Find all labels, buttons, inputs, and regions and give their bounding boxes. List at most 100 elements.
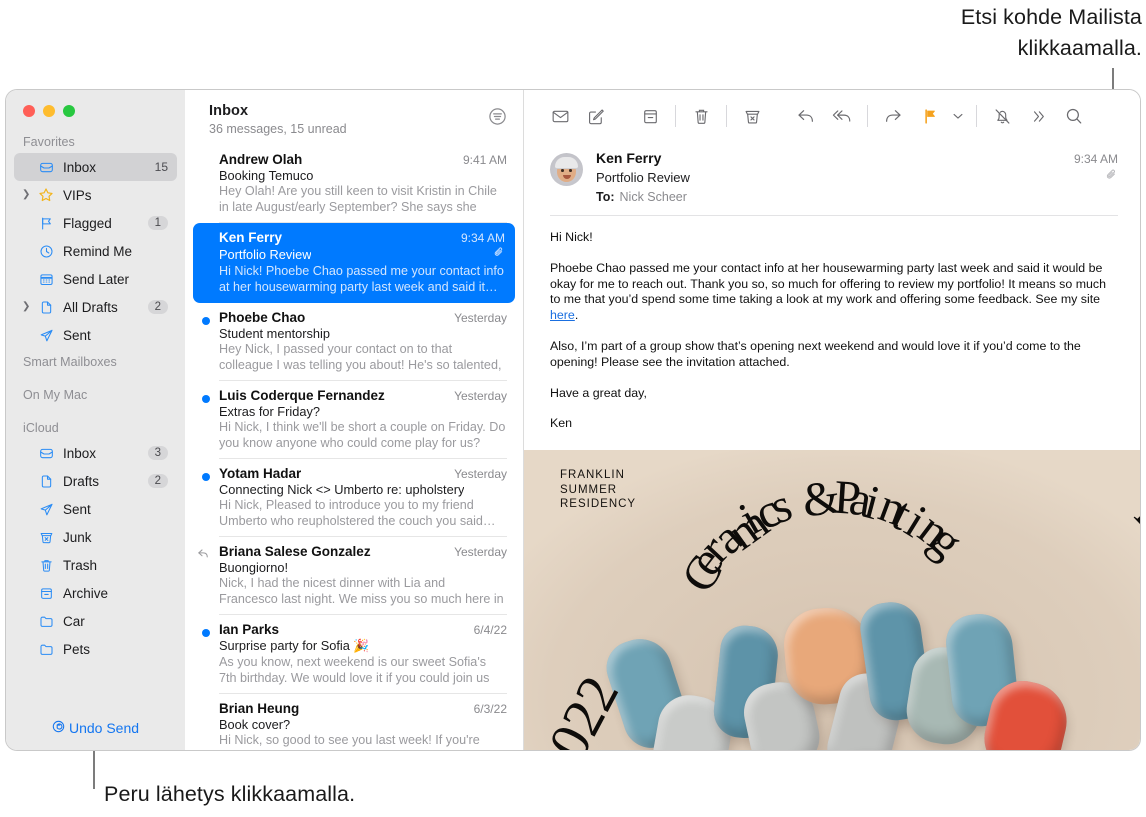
zoom-button[interactable] (63, 105, 75, 117)
message-date: 9:34 AM (460, 231, 505, 245)
sidebar-section-header: On My Mac (23, 388, 88, 402)
poster-brand: FRANKLIN SUMMER RESIDENCY (560, 468, 636, 512)
document-icon (36, 300, 56, 315)
message-date: Yesterday (454, 311, 507, 325)
message-sender: Yotam Hadar (219, 466, 302, 481)
toolbar-divider (675, 105, 676, 127)
sidebar-item-label: Pets (63, 641, 91, 657)
reply-all-button[interactable] (824, 99, 860, 133)
more-button[interactable] (1020, 99, 1056, 133)
message-list-title: Inbox (209, 103, 249, 119)
flag-button[interactable] (911, 99, 947, 133)
sidebar-item-archive[interactable]: Archive (14, 579, 177, 607)
message-preview: Nick, I had the nicest dinner with Lia a… (219, 576, 504, 606)
poster-brand-line1: FRANKLIN (560, 469, 625, 481)
sidebar-item-trash[interactable]: Trash (14, 551, 177, 579)
message-list-item[interactable]: Yotam Hadar Yesterday Connecting Nick <> U… (185, 459, 523, 537)
poster-brand-line2: SUMMER (560, 483, 618, 496)
sidebar-item-send-later[interactable]: Send Later (14, 265, 177, 293)
filter-icon[interactable] (488, 107, 507, 131)
attachment-poster-image[interactable]: FRANKLIN SUMMER RESIDENCY Ceramics & Pai… (524, 450, 1140, 750)
body-paragraph-1: Phoebe Chao passed me your contact info … (550, 261, 1110, 324)
message-list-item[interactable]: Andrew Olah 9:41 AM Booking Temuco Hey Olah… (185, 145, 523, 223)
body-p1-text: Phoebe Chao passed me your contact info … (550, 260, 1106, 307)
sidebar-item-flagged[interactable]: Flagged 1 (14, 209, 177, 237)
unread-indicator (202, 395, 210, 403)
message-preview: Hi Nick, Pleased to introduce you to my … (219, 498, 496, 528)
message-body: Hi Nick! Phoebe Chao passed me your cont… (524, 216, 1140, 447)
message-preview: Hey Nick, I passed your contact on to th… (219, 342, 502, 372)
body-paragraph-2: Also, I’m part of a group show that’s op… (550, 338, 1081, 369)
archive-button[interactable] (632, 99, 668, 133)
undo-icon (52, 720, 65, 736)
callout-undo-send-annotation: Peru lähetys klikkaamalla. (104, 782, 356, 806)
search-icon[interactable] (1056, 99, 1092, 133)
toolbar-divider (726, 105, 727, 127)
sidebar-section-header: Favorites (23, 135, 75, 149)
site-link[interactable]: here (550, 308, 575, 322)
sidebar-item-inbox[interactable]: Inbox 15 (14, 153, 177, 181)
sidebar-item-label: All Drafts (63, 299, 118, 315)
close-button[interactable] (23, 105, 35, 117)
message-sender: Luis Coderque Fernandez (219, 388, 385, 403)
compose-button[interactable] (578, 99, 614, 133)
sidebar-item-label: Inbox (63, 159, 97, 175)
message-preview: Hi Nick, I think we'll be short a couple… (219, 420, 506, 450)
attachment-icon (493, 245, 505, 263)
paperclip-icon[interactable] (1105, 168, 1118, 186)
sidebar-item-all-drafts[interactable]: ❯ All Drafts 2 (14, 293, 177, 321)
message-sender: Andrew Olah (219, 152, 303, 167)
message-subject: Portfolio Review (219, 247, 312, 262)
undo-send-button[interactable]: Undo Send (6, 720, 185, 736)
sidebar-item-drafts[interactable]: Drafts 2 (14, 467, 177, 495)
sidebar-item-vips[interactable]: ❯ VIPs (14, 181, 177, 209)
sidebar-item-sent[interactable]: Sent (14, 495, 177, 523)
message-list-item[interactable]: Ken Ferry 9:34 AM Portfolio Review Hi Nick!… (193, 223, 515, 303)
message-date: Yesterday (454, 467, 507, 481)
trash-icon (36, 558, 56, 573)
poster-brand-line3: RESIDENCY (560, 498, 637, 510)
message-date: Yesterday (454, 389, 507, 403)
flag-menu-button[interactable] (947, 99, 969, 133)
sidebar-item-car[interactable]: Car (14, 607, 177, 635)
message-preview: As you know, next weekend is our sweet S… (219, 655, 490, 685)
sidebar-item-pets[interactable]: Pets (14, 635, 177, 663)
message-list-item[interactable]: Briana Salese Gonzalez Yesterday Buongiorn… (185, 537, 523, 615)
disclosure-triangle-icon[interactable]: ❯ (22, 302, 35, 312)
reply-button[interactable] (788, 99, 824, 133)
message-list-item[interactable]: Luis Coderque Fernandez Yesterday Extras f… (185, 381, 523, 459)
message-list-item[interactable]: Brian Heung 6/3/22 Book cover? Hi Nick, so … (185, 694, 523, 750)
message-preview: Hi Nick! Phoebe Chao passed me your cont… (219, 264, 504, 294)
message-list-item[interactable]: Ian Parks 6/4/22 Surprise party for Sofia … (185, 615, 523, 694)
sender-name: Ken Ferry (596, 150, 662, 166)
sidebar-item-count: 2 (147, 300, 168, 314)
sidebar-item-label: Drafts (63, 473, 100, 489)
message-list-item[interactable]: Phoebe Chao Yesterday Student mentorship He… (185, 303, 523, 381)
minimize-button[interactable] (43, 105, 55, 117)
mute-button[interactable] (984, 99, 1020, 133)
delete-button[interactable] (683, 99, 719, 133)
sidebar-item-inbox[interactable]: Inbox 3 (14, 439, 177, 467)
sidebar-item-label: Send Later (63, 271, 130, 287)
mail-window: Favorites Inbox 15 ❯ VIPs Flagged 1 Remind Me Se… (6, 90, 1140, 750)
message-preview: Hi Nick, so good to see you last week! I… (219, 733, 480, 750)
sidebar-item-sent[interactable]: Sent (14, 321, 177, 349)
sidebar-item-label: Sent (63, 501, 91, 517)
message-sender: Ken Ferry (219, 230, 283, 245)
sidebar-item-junk[interactable]: Junk (14, 523, 177, 551)
to-label: To: (596, 190, 615, 204)
replied-icon (197, 547, 210, 565)
sidebar-item-remind-me[interactable]: Remind Me (14, 237, 177, 265)
junk-button[interactable] (734, 99, 770, 133)
message-rows: Andrew Olah 9:41 AM Booking Temuco Hey Olah… (185, 145, 523, 750)
sidebar-item-label: Archive (63, 585, 109, 601)
message-date: 9:41 AM (462, 153, 507, 167)
poster-arc-char (817, 470, 831, 525)
body-greeting: Hi Nick! (550, 230, 593, 244)
message-list-subtitle: 36 messages, 15 unread (209, 122, 347, 136)
mark-unread-button[interactable] (542, 99, 578, 133)
inbox-icon (36, 160, 56, 175)
sidebar-item-label: Flagged (63, 215, 112, 231)
disclosure-triangle-icon[interactable]: ❯ (22, 190, 35, 200)
forward-button[interactable] (875, 99, 911, 133)
